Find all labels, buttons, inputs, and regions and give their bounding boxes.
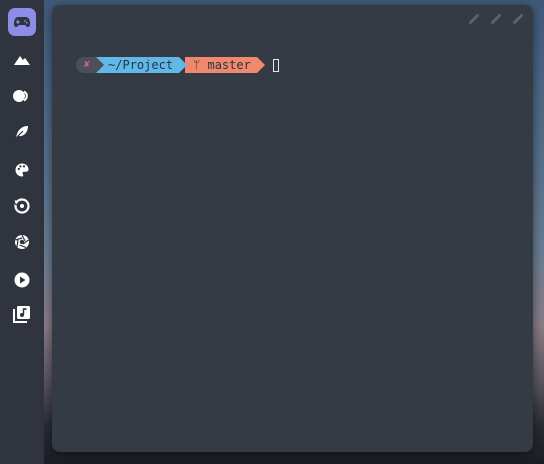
dock-item-play[interactable] [8,266,36,294]
mountain-icon [14,56,30,65]
dock-item-history[interactable] [8,192,36,220]
prompt-separator [256,57,265,73]
dock [0,0,44,464]
dock-item-toggle[interactable] [8,82,36,110]
prompt-separator [179,57,188,73]
terminal-window[interactable]: ✘ ~/Project ᛘ master [52,5,533,452]
prompt-git-segment: ᛘ master [185,57,257,73]
music-library-icon [13,306,30,323]
prompt-separator [96,57,105,73]
prompt-status-segment: ✘ [76,57,97,73]
palette-icon [15,163,29,177]
prompt-path-segment: ~/Project [96,57,180,73]
dock-item-mountain[interactable] [8,46,36,74]
history-icon [14,198,30,214]
minimize-button[interactable] [469,14,479,24]
aperture-icon [15,234,29,249]
pencil-icon [469,14,479,24]
toggle-icon [13,90,28,102]
dock-item-gamepad[interactable] [8,8,36,36]
shell-prompt: ✘ ~/Project ᛘ master [76,57,279,73]
pencil-icon [513,14,523,24]
dock-item-aperture[interactable] [8,228,36,256]
dock-item-leaf[interactable] [8,118,36,146]
dock-item-music-library[interactable] [8,300,36,328]
window-controls [469,14,523,24]
gamepad-icon [14,17,30,27]
dock-item-palette[interactable] [8,156,36,184]
pencil-icon [491,14,501,24]
text-cursor[interactable] [272,58,279,72]
leaf-icon [15,126,28,139]
close-button[interactable] [513,14,523,24]
play-icon [14,272,30,288]
maximize-button[interactable] [491,14,501,24]
